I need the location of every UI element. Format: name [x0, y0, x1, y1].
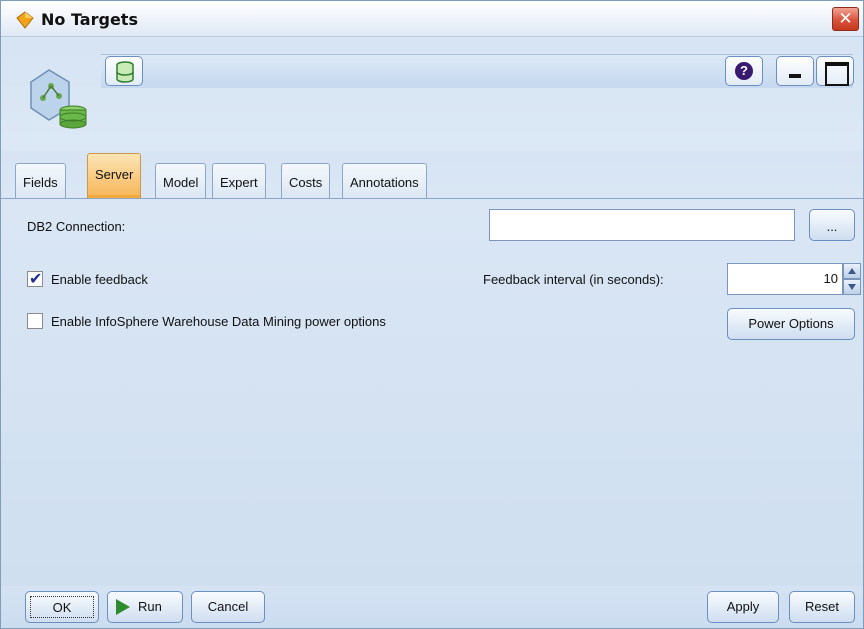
- tab-server[interactable]: Server: [87, 153, 142, 199]
- tab-costs[interactable]: Costs: [281, 163, 331, 198]
- browse-connection-button[interactable]: ...: [809, 209, 855, 241]
- db2-connection-field[interactable]: [489, 209, 795, 241]
- header-area: ?: [1, 38, 863, 150]
- spinner-up-button[interactable]: [843, 263, 861, 279]
- tab-bar: Fields Server Model Expert Costs Annotat…: [1, 151, 863, 199]
- arrow-up-icon: [848, 268, 856, 274]
- close-icon: ✕: [838, 9, 853, 28]
- dialog-window: No Targets ✕ ? Fields Server Model Exper…: [0, 0, 864, 629]
- play-icon: [116, 599, 130, 615]
- minimize-button[interactable]: [776, 56, 814, 86]
- help-button[interactable]: ?: [725, 56, 763, 86]
- help-icon: ?: [735, 62, 753, 80]
- power-options-checkbox[interactable]: [27, 313, 43, 329]
- window-title: No Targets: [41, 10, 138, 29]
- close-button[interactable]: ✕: [832, 7, 859, 31]
- run-label: Run: [138, 599, 162, 614]
- enable-feedback-label: Enable feedback: [51, 272, 148, 287]
- arrow-down-icon: [848, 284, 856, 290]
- power-options-button[interactable]: Power Options: [727, 308, 855, 340]
- tab-fields[interactable]: Fields: [15, 163, 66, 198]
- tab-model[interactable]: Model: [155, 163, 207, 198]
- cancel-button[interactable]: Cancel: [191, 591, 265, 623]
- app-icon: [16, 11, 34, 29]
- maximize-button[interactable]: [816, 56, 854, 86]
- enable-feedback-checkbox[interactable]: ✔: [27, 271, 43, 288]
- server-panel: DB2 Connection: ... ✔ Enable feedback Fe…: [1, 198, 863, 586]
- ok-label: OK: [30, 596, 94, 618]
- spinner-down-button[interactable]: [843, 279, 861, 295]
- reset-button[interactable]: Reset: [789, 591, 855, 623]
- title-bar[interactable]: No Targets ✕: [1, 1, 863, 37]
- apply-button[interactable]: Apply: [707, 591, 779, 623]
- power-options-checkbox-label: Enable InfoSphere Warehouse Data Mining …: [51, 314, 386, 329]
- run-button[interactable]: Run: [107, 591, 183, 623]
- database-icon: [116, 61, 134, 83]
- database-node-icon: [30, 69, 87, 129]
- checkmark-icon: ✔: [29, 271, 43, 288]
- tab-annotations[interactable]: Annotations: [342, 163, 427, 198]
- feedback-interval-label: Feedback interval (in seconds):: [483, 272, 664, 287]
- feedback-interval-input[interactable]: 10: [727, 263, 843, 295]
- database-button[interactable]: [105, 56, 143, 86]
- ok-button[interactable]: OK: [25, 591, 99, 623]
- db2-connection-label: DB2 Connection:: [27, 219, 126, 234]
- tab-expert[interactable]: Expert: [212, 163, 266, 198]
- footer-bar: OK Run Cancel Apply Reset: [1, 586, 863, 628]
